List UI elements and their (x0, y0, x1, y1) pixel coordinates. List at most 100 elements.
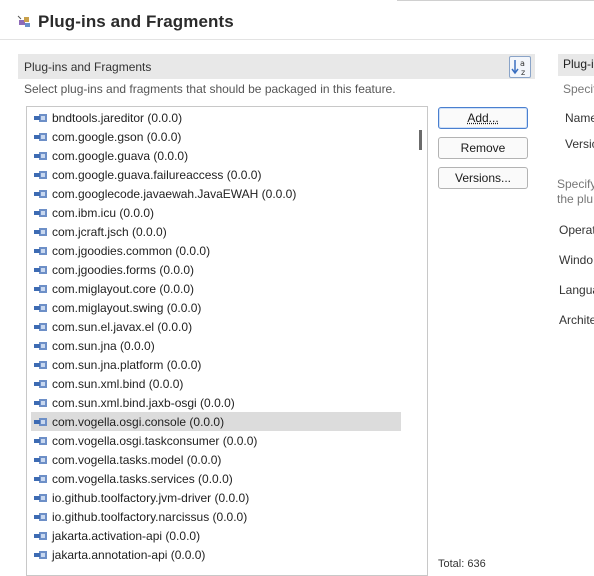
list-item-label: com.sun.jna (0.0.0) (52, 339, 155, 353)
svg-text:z: z (521, 68, 525, 77)
plugin-icon (33, 169, 49, 181)
language-label: Langua (559, 283, 594, 297)
list-item[interactable]: com.jgoodies.common (0.0.0) (31, 241, 401, 260)
operating-system-label: Operat (559, 223, 594, 237)
list-item[interactable]: com.jgoodies.forms (0.0.0) (31, 260, 401, 279)
list-item-label: com.sun.xml.bind.jaxb-osgi (0.0.0) (52, 396, 235, 410)
plugin-icon (33, 207, 49, 219)
list-item-label: com.miglayout.swing (0.0.0) (52, 301, 201, 315)
versions-button[interactable]: Versions... (438, 167, 528, 189)
window-system-label: Windo (559, 253, 593, 267)
specify-text-2: the plu (557, 192, 593, 206)
list-item-label: com.jgoodies.forms (0.0.0) (52, 263, 194, 277)
list-item[interactable]: jakarta.annotation-api (0.0.0) (31, 545, 401, 564)
list-item[interactable]: com.sun.jna (0.0.0) (31, 336, 401, 355)
remove-button[interactable]: Remove (438, 137, 528, 159)
plugin-icon (33, 378, 49, 390)
list-item-label: com.miglayout.core (0.0.0) (52, 282, 194, 296)
architecture-label: Archite (559, 313, 594, 327)
list-item[interactable]: com.jcraft.jsch (0.0.0) (31, 222, 401, 241)
plugin-icon (33, 302, 49, 314)
list-item-label: com.googlecode.javaewah.JavaEWAH (0.0.0) (52, 187, 296, 201)
list-item[interactable]: com.sun.xml.bind.jaxb-osgi (0.0.0) (31, 393, 401, 412)
sort-button[interactable]: a z (509, 56, 531, 78)
list-item-label: io.github.toolfactory.jvm-driver (0.0.0) (52, 491, 249, 505)
list-item[interactable]: com.vogella.tasks.model (0.0.0) (31, 450, 401, 469)
plugins-list[interactable]: bndtools.jareditor (0.0.0) com.google.gso… (26, 106, 428, 576)
plugin-icon (33, 245, 49, 257)
list-item[interactable]: com.sun.jna.platform (0.0.0) (31, 355, 401, 374)
right-section-desc: Specif (563, 82, 594, 96)
plugin-icon (33, 549, 49, 561)
list-item[interactable]: jakarta.activation-api (0.0.0) (31, 526, 401, 545)
list-item[interactable]: io.github.toolfactory.jvm-driver (0.0.0) (31, 488, 401, 507)
plugin-icon (33, 112, 49, 124)
list-item[interactable]: com.miglayout.swing (0.0.0) (31, 298, 401, 317)
list-item[interactable]: bndtools.jareditor (0.0.0) (31, 108, 401, 127)
list-item-label: com.jgoodies.common (0.0.0) (52, 244, 210, 258)
plugin-icon (33, 511, 49, 523)
plugin-icon (33, 264, 49, 276)
name-label: Name (565, 111, 594, 125)
list-item-label: com.vogella.tasks.model (0.0.0) (52, 453, 221, 467)
list-item-label: com.ibm.icu (0.0.0) (52, 206, 154, 220)
list-item[interactable]: com.sun.xml.bind (0.0.0) (31, 374, 401, 393)
list-item[interactable]: com.google.guava (0.0.0) (31, 146, 401, 165)
add-button[interactable]: Add... (438, 107, 528, 129)
plugin-icon (33, 188, 49, 200)
plugin-icon (33, 530, 49, 542)
plugin-icon (33, 131, 49, 143)
plugin-icon (33, 492, 49, 504)
total-count: Total: 636 (438, 558, 486, 570)
list-item-label: com.vogella.osgi.taskconsumer (0.0.0) (52, 434, 257, 448)
sort-az-icon: a z (510, 57, 530, 77)
plugin-icon (33, 321, 49, 333)
plugin-icon (33, 283, 49, 295)
plugin-icon (33, 416, 49, 428)
page-title: Plug-ins and Fragments (38, 12, 234, 32)
list-item[interactable]: com.vogella.osgi.console (0.0.0) (31, 412, 401, 431)
plugin-icon (33, 359, 49, 371)
list-item[interactable]: com.google.gson (0.0.0) (31, 127, 401, 146)
list-item-label: com.sun.xml.bind (0.0.0) (52, 377, 183, 391)
plugin-icon (33, 340, 49, 352)
plugin-icon (33, 226, 49, 238)
list-item[interactable]: com.googlecode.javaewah.JavaEWAH (0.0.0) (31, 184, 401, 203)
list-item[interactable]: com.sun.el.javax.el (0.0.0) (31, 317, 401, 336)
list-item-label: com.vogella.tasks.services (0.0.0) (52, 472, 233, 486)
plugin-icon (33, 454, 49, 466)
plugin-icon (33, 150, 49, 162)
list-item[interactable]: com.vogella.tasks.services (0.0.0) (31, 469, 401, 488)
list-item-label: jakarta.activation-api (0.0.0) (52, 529, 200, 543)
header-divider (397, 0, 594, 1)
list-item[interactable]: com.google.guava.failureaccess (0.0.0) (31, 165, 401, 184)
specify-text: Specify (557, 177, 594, 191)
right-section-title: Plug-i (563, 57, 594, 71)
remove-button-label: Remove (461, 141, 506, 155)
list-item-label: com.jcraft.jsch (0.0.0) (52, 225, 167, 239)
list-item-label: com.vogella.osgi.console (0.0.0) (52, 415, 224, 429)
list-item-label: com.sun.jna.platform (0.0.0) (52, 358, 201, 372)
plugin-icon (33, 435, 49, 447)
list-item-label: jakarta.annotation-api (0.0.0) (52, 548, 205, 562)
list-item-label: com.google.guava (0.0.0) (52, 149, 188, 163)
add-button-label: Add... (467, 111, 498, 125)
list-item-label: com.google.gson (0.0.0) (52, 130, 181, 144)
list-item-label: bndtools.jareditor (0.0.0) (52, 111, 182, 125)
versions-button-label: Versions... (455, 171, 511, 185)
svg-text:a: a (520, 59, 525, 68)
list-item[interactable]: com.ibm.icu (0.0.0) (31, 203, 401, 222)
section-description: Select plug-ins and fragments that shoul… (24, 82, 396, 96)
list-item[interactable]: com.miglayout.core (0.0.0) (31, 279, 401, 298)
list-item[interactable]: com.vogella.osgi.taskconsumer (0.0.0) (31, 431, 401, 450)
list-item-label: com.google.guava.failureaccess (0.0.0) (52, 168, 261, 182)
list-item-label: io.github.toolfactory.narcissus (0.0.0) (52, 510, 247, 524)
section-title: Plug-ins and Fragments (24, 60, 151, 74)
version-label: Versic (565, 137, 594, 151)
plugin-icon (17, 14, 33, 30)
plugin-icon (33, 473, 49, 485)
list-item-label: com.sun.el.javax.el (0.0.0) (52, 320, 192, 334)
editor-header: Plug-ins and Fragments (0, 0, 594, 40)
list-item[interactable]: io.github.toolfactory.narcissus (0.0.0) (31, 507, 401, 526)
scrollbar-thumb[interactable] (419, 130, 422, 150)
